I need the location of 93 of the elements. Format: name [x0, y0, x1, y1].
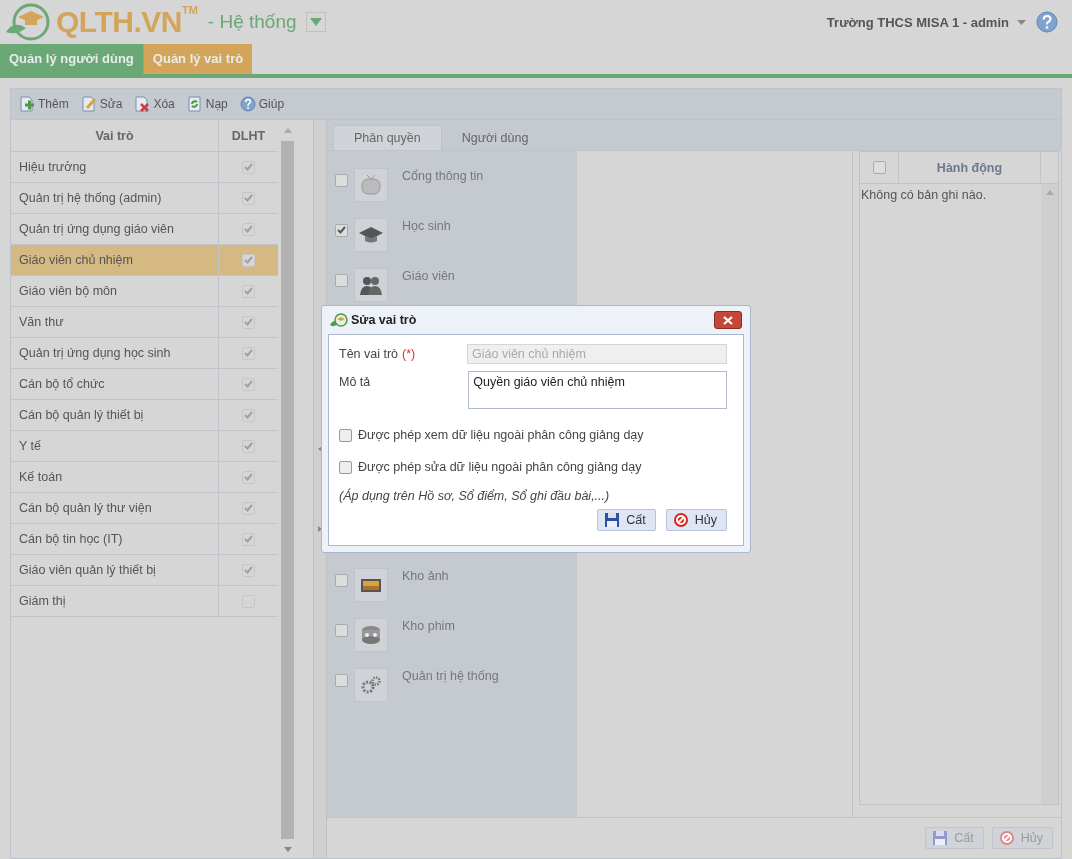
checkbox[interactable] [335, 623, 348, 637]
role-name: Kế toán [19, 470, 63, 484]
checkbox[interactable] [335, 673, 348, 687]
description-field[interactable]: Quyền giáo viên chủ nhiệm [468, 371, 727, 409]
role-row[interactable]: Cán bộ quản lý thiết bị [11, 400, 278, 431]
role-name: Cán bộ tin học (IT) [19, 532, 123, 546]
role-name: Giám thị [19, 594, 66, 608]
scroll-up-icon[interactable] [1045, 190, 1054, 195]
caret-icon [309, 18, 322, 26]
checkbox[interactable] [335, 273, 348, 287]
checkbox[interactable] [335, 223, 348, 237]
column-header: Vai trò [11, 120, 219, 151]
checkbox[interactable] [335, 173, 348, 187]
help-button[interactable]: Giúp [237, 96, 287, 112]
logo-text: QLTH.VN [56, 5, 182, 39]
role-name: Y tế [19, 439, 41, 453]
checkbox[interactable] [335, 573, 348, 587]
save-button[interactable]: Cất [597, 509, 656, 531]
role-name: Quản trị hệ thống (admin) [19, 191, 162, 205]
role-row[interactable]: Giám thị [11, 586, 278, 617]
add-button[interactable]: Thêm [17, 96, 71, 112]
role-row[interactable]: Quản trị hệ thống (admin) [11, 183, 278, 214]
select-all-checkbox[interactable] [872, 161, 886, 174]
photo-icon [354, 568, 388, 602]
role-row[interactable]: Giáo viên chủ nhiệm [11, 245, 278, 276]
edit-document-icon [80, 96, 97, 112]
role-row[interactable]: Giáo viên bộ môn [11, 276, 278, 307]
module-label: Quản trị hệ thống [402, 669, 499, 683]
role-row[interactable]: Quản trị ứng dụng học sinh [11, 338, 278, 369]
help-icon[interactable] [1036, 11, 1058, 33]
dialog-title: Sửa vai trò [351, 313, 417, 327]
field-label: Mô tả [339, 375, 372, 389]
caret-icon[interactable] [1017, 19, 1026, 25]
close-icon [723, 315, 733, 325]
television-icon [354, 168, 388, 202]
role-row[interactable]: Kế toán [11, 462, 278, 493]
column-header: Hành động [899, 152, 1041, 183]
scrollbar[interactable] [1041, 184, 1058, 804]
module-label: Học sinh [402, 219, 451, 233]
role-name: Quản trị ứng dụng học sinh [19, 346, 171, 360]
checkbox[interactable] [339, 460, 352, 474]
option-label: Được phép xem dữ liệu ngoài phân công giảng dạy [358, 428, 644, 442]
role-name: Văn thư [19, 315, 64, 329]
role-row[interactable]: Hiệu trưởng [11, 152, 278, 183]
module-label: Kho phim [402, 619, 455, 633]
gears-icon [354, 668, 388, 702]
cancel-button[interactable]: Hủy [665, 509, 727, 531]
role-row[interactable]: Cán bộ tổ chức [11, 369, 278, 400]
tab[interactable]: Người dùng [441, 126, 549, 150]
role-name: Cán bộ tổ chức [19, 377, 105, 391]
required-mark: (*) [402, 347, 416, 361]
role-row[interactable]: Y tế [11, 431, 278, 462]
trademark: TM [181, 4, 198, 16]
scroll-up-icon[interactable] [283, 128, 292, 133]
column-header: DLHT [230, 127, 267, 145]
role-row[interactable]: Cán bộ tin học (IT) [11, 524, 278, 555]
role-name: Giáo viên bộ môn [19, 284, 117, 298]
role-name: Hiệu trưởng [19, 160, 87, 174]
role-name: Cán bộ quản lý thư viện [19, 501, 152, 515]
graduation-cap-icon [354, 218, 388, 252]
film-reel-icon [354, 618, 388, 652]
people-icon [354, 268, 388, 302]
close-button[interactable] [714, 311, 742, 329]
role-row[interactable]: Giáo viên quản lý thiết bị [11, 555, 278, 586]
role-row[interactable]: Cán bộ quản lý thư viện [11, 493, 278, 524]
module-dropdown-button[interactable] [305, 12, 326, 32]
field-label: Tên vai trò [339, 347, 399, 361]
role-row[interactable]: Văn thư [11, 307, 278, 338]
delete-document-icon [134, 96, 151, 112]
checkbox[interactable] [339, 428, 352, 442]
add-document-icon [19, 96, 35, 112]
scroll-down-icon[interactable] [283, 847, 292, 852]
tab[interactable]: Phân quyền [333, 125, 442, 150]
empty-message: Không có bản ghi nào. [860, 187, 988, 204]
role-name: Quản trị ứng dụng giáo viên [19, 222, 174, 236]
help-icon [239, 96, 256, 112]
user-menu[interactable]: Trường THCS MISA 1 - admin [826, 14, 1009, 30]
edit-button[interactable]: Sửa [78, 96, 125, 112]
cancel-icon [672, 512, 689, 528]
note-text: (Áp dụng trên Hồ sơ, Sổ điểm, Sổ ghi đầu bài,...) [339, 489, 611, 503]
role-name: Giáo viên chủ nhiệm [19, 253, 133, 267]
reload-icon [186, 96, 203, 112]
logo-icon [330, 312, 348, 328]
module-label: Cổng thông tin [402, 169, 484, 183]
module-label: Giáo viên [402, 269, 455, 283]
role-name: Cán bộ quản lý thiết bị [19, 408, 144, 422]
delete-button[interactable]: Xóa [132, 96, 177, 112]
module-title: - Hệ thống [207, 11, 297, 33]
role-name: Giáo viên quản lý thiết bị [19, 563, 156, 577]
cancel-icon [998, 830, 1015, 846]
option-label: Được phép sửa dữ liệu ngoài phân công giảng dạy [358, 460, 642, 474]
module-label: Kho ảnh [402, 569, 449, 583]
reload-button[interactable]: Nạp [184, 96, 230, 112]
